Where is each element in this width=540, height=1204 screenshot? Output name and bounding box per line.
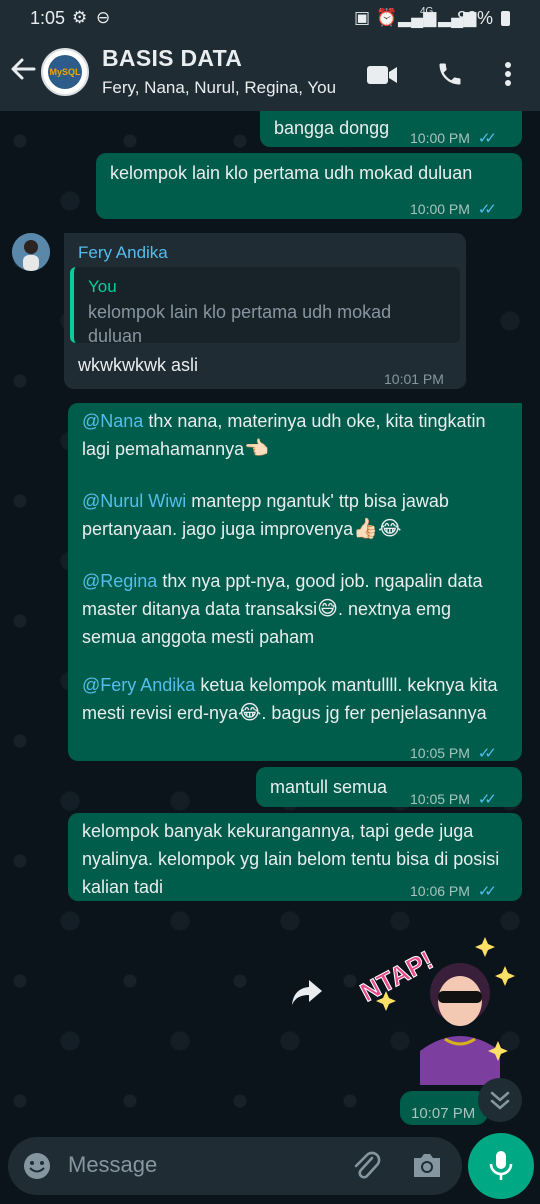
attach-paperclip-icon[interactable] xyxy=(350,1150,382,1182)
double-chevron-down-icon xyxy=(490,1091,510,1110)
message-text: wkwkwkwk asli xyxy=(78,355,199,375)
read-receipt-icon: ✓✓ xyxy=(477,791,497,808)
message-time: 10:05 PM xyxy=(410,745,470,761)
mention-nana[interactable]: @Nana xyxy=(82,411,143,431)
quoted-sender: You xyxy=(88,277,117,296)
back-arrow-icon[interactable] xyxy=(8,54,38,84)
message-bubble[interactable]: kelompok lain klo pertama udh mokad dulu… xyxy=(96,153,522,219)
microphone-icon xyxy=(489,1151,513,1180)
message-paragraph: @Nurul Wiwi mantepp ngantuk' ttp bisa ja… xyxy=(82,487,502,543)
message-paragraph: @Fery Andika ketua kelompok mantullll. k… xyxy=(82,671,502,727)
message-text: kelompok lain klo pertama udh mokad dulu… xyxy=(110,163,473,183)
lock-icon: ▣ xyxy=(354,8,371,27)
message-meta: 10:06 PM ✓✓ xyxy=(410,877,497,906)
message-bubble[interactable]: bangga dongg 10:00 PM ✓✓ xyxy=(260,111,522,147)
emoji-icon[interactable] xyxy=(22,1151,52,1181)
top-bar: 1:05 ⚙ ⊖ ▣ ⏰ ▂▄▆ 4G ▂▄▆ 80% MySQL BASIS … xyxy=(0,0,540,111)
message-meta: 10:00 PM ✓✓ xyxy=(410,195,497,224)
message-meta: 10:00 PM ✓✓ xyxy=(410,124,497,153)
message-text: thx nana, materinya udh oke, kita tingka… xyxy=(82,411,486,459)
quoted-message[interactable]: You kelompok lain klo pertama udh mokad … xyxy=(70,267,460,346)
sticker-timestamp: 10:07 PM xyxy=(400,1091,488,1125)
message-time: 10:06 PM xyxy=(410,883,470,899)
message-paragraph: @Nana thx nana, materinya udh oke, kita … xyxy=(82,407,502,463)
message-text: bangga dongg xyxy=(274,118,390,138)
chat-header: MySQL BASIS DATA Fery, Nana, Nurul, Regi… xyxy=(0,36,540,111)
mention-regina[interactable]: @Regina xyxy=(82,571,157,591)
forward-icon[interactable] xyxy=(290,977,324,1007)
read-receipt-icon: ✓✓ xyxy=(477,130,497,147)
message-time: 10:00 PM xyxy=(410,201,470,217)
voice-call-icon[interactable] xyxy=(436,60,464,88)
battery-percent: 80% xyxy=(456,8,493,28)
message-text: mantull semua xyxy=(270,777,388,797)
settings-gear-icon: ⚙ xyxy=(72,8,88,27)
quoted-text: kelompok lain klo pertama udh mokad dulu… xyxy=(88,302,392,346)
emoji: 😅 xyxy=(317,598,338,620)
read-receipt-icon: ✓✓ xyxy=(477,745,497,762)
sender-name[interactable]: Fery Andika xyxy=(78,239,168,267)
message-time: 10:07 PM xyxy=(411,1105,476,1122)
emoji: 👈🏻 xyxy=(244,438,270,460)
message-meta: 10:05 PM ✓✓ xyxy=(410,785,497,814)
mention-fery-andika[interactable]: @Fery Andika xyxy=(82,675,195,695)
video-call-icon[interactable] xyxy=(366,64,398,86)
voice-record-button[interactable] xyxy=(468,1133,534,1199)
message-time: 10:00 PM xyxy=(410,130,470,146)
read-receipt-icon: ✓✓ xyxy=(477,201,497,218)
message-bubble[interactable]: mantull semua 10:05 PM ✓✓ xyxy=(256,767,522,808)
battery-indicator: 80% xyxy=(457,8,510,29)
mention-nurul-wiwi[interactable]: @Nurul Wiwi xyxy=(82,491,186,511)
alarm-icon: ⏰ xyxy=(376,8,398,27)
message-text-cont: . bagus jg fer penjelasannya xyxy=(261,703,487,723)
read-receipt-icon: ✓✓ xyxy=(477,883,497,900)
sender-avatar[interactable] xyxy=(12,233,50,271)
message-paragraph: @Regina thx nya ppt-nya, good job. ngapa… xyxy=(82,567,502,651)
status-bar: 1:05 ⚙ ⊖ ▣ ⏰ ▂▄▆ 4G ▂▄▆ 80% xyxy=(0,0,540,36)
message-bubble[interactable]: kelompok banyak kekurangannya, tapi gede… xyxy=(68,813,522,901)
battery-icon xyxy=(501,11,510,26)
scroll-to-bottom-button[interactable] xyxy=(478,1078,522,1122)
message-input[interactable]: Message xyxy=(68,1152,157,1178)
message-bubble[interactable]: Fery Andika You kelompok lain klo pertam… xyxy=(64,233,466,389)
sticker-image xyxy=(376,937,515,1085)
more-options-icon[interactable] xyxy=(502,60,514,88)
message-bubble[interactable]: @Nana thx nana, materinya udh oke, kita … xyxy=(68,403,522,762)
do-not-disturb-icon: ⊖ xyxy=(96,8,111,27)
group-avatar[interactable]: MySQL xyxy=(41,48,89,96)
group-participants[interactable]: Fery, Nana, Nurul, Regina, You xyxy=(102,78,336,98)
emoji: 👍🏻😂 xyxy=(353,518,402,540)
network-type: 4G xyxy=(420,6,434,17)
camera-icon[interactable] xyxy=(411,1151,443,1179)
group-avatar-logo: MySQL xyxy=(48,55,82,89)
status-time: 1:05 xyxy=(30,8,66,28)
message-composer: Message xyxy=(8,1137,462,1195)
group-title[interactable]: BASIS DATA xyxy=(102,45,242,72)
message-time: 10:01 PM xyxy=(384,371,444,387)
person-avatar-icon xyxy=(12,233,50,271)
message-list[interactable]: bangga dongg 10:00 PM ✓✓ kelompok lain k… xyxy=(0,111,540,1134)
sticker[interactable]: NTAP! xyxy=(350,931,522,1085)
message-time: 10:05 PM xyxy=(410,791,470,807)
emoji: 😂 xyxy=(238,702,262,724)
message-meta: 10:05 PM ✓✓ xyxy=(410,739,497,768)
